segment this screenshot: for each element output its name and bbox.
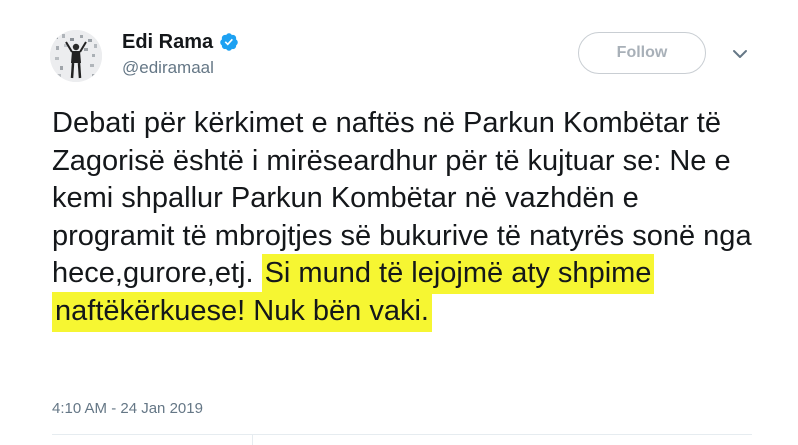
author-display-name[interactable]: Edi Rama	[122, 31, 213, 53]
profile-photo	[50, 30, 102, 82]
author-name-row: Edi Rama	[122, 31, 239, 53]
divider-tick	[252, 434, 253, 445]
author-handle[interactable]: @ediramaal	[122, 58, 214, 78]
tweet-timestamp[interactable]: 4:10 AM - 24 Jan 2019	[52, 400, 203, 418]
tweet-text: Debati për kërkimet e naftës në Parkun K…	[52, 105, 752, 332]
verified-badge-icon	[219, 32, 239, 52]
follow-button[interactable]: Follow	[578, 32, 706, 74]
divider	[52, 434, 752, 435]
tweet-card: Edi Rama @ediramaal Follow Debati për kë…	[0, 0, 798, 445]
avatar[interactable]	[50, 30, 102, 82]
chevron-down-icon[interactable]	[730, 44, 750, 64]
